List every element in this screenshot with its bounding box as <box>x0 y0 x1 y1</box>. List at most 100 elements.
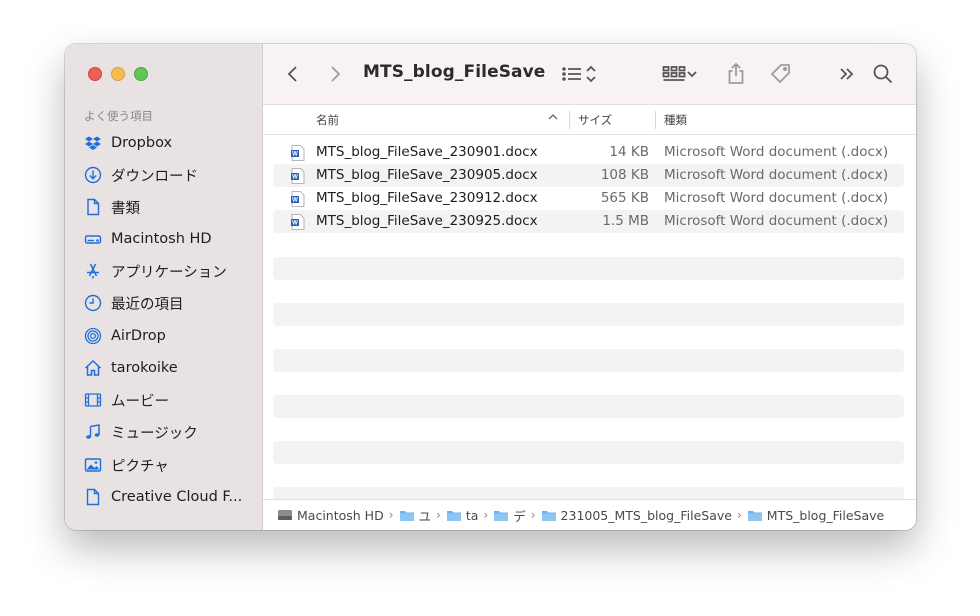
column-divider[interactable] <box>569 111 570 129</box>
chevron-right-icon: › <box>436 508 441 522</box>
dropbox-icon <box>83 133 103 153</box>
sidebar-item-home[interactable]: tarokoike <box>83 354 255 382</box>
more-toolbar-button[interactable] <box>836 61 858 87</box>
forward-button[interactable] <box>325 61 345 87</box>
back-button[interactable] <box>283 61 303 87</box>
file-name: MTS_blog_FileSave_230901.docx <box>316 144 538 160</box>
sort-ascending-icon[interactable] <box>547 110 559 127</box>
path-crumb[interactable]: デ <box>493 506 526 525</box>
chevron-right-icon: › <box>388 508 394 522</box>
empty-row-stripe <box>273 257 904 280</box>
sidebar-item-label: tarokoike <box>111 360 178 376</box>
window-title: MTS_blog_FileSave <box>363 62 546 82</box>
word-document-icon: W <box>291 145 305 161</box>
double-chevron-right-icon <box>840 68 854 80</box>
word-document-icon: W <box>291 214 305 230</box>
svg-text:W: W <box>292 198 298 204</box>
path-crumb[interactable]: ユ <box>399 506 432 525</box>
zoom-button[interactable] <box>134 67 148 81</box>
grid-icon <box>662 66 686 81</box>
file-kind: Microsoft Word document (.docx) <box>664 144 889 160</box>
sidebar: よく使う項目 Dropbox ダウンロード 書類 Macintosh HD アプ… <box>65 44 263 530</box>
document-icon <box>83 197 103 217</box>
sidebar-item-label: Creative Cloud F... <box>111 489 243 505</box>
file-size: 1.5 MB <box>602 213 649 229</box>
folder-icon <box>747 510 762 521</box>
sidebar-item-label: ダウンロード <box>111 168 198 185</box>
file-kind: Microsoft Word document (.docx) <box>664 190 889 206</box>
svg-text:W: W <box>292 221 298 227</box>
sidebar-item-documents[interactable]: 書類 <box>83 193 255 221</box>
sidebar-item-airdrop[interactable]: AirDrop <box>83 322 255 350</box>
folder-icon <box>446 510 461 521</box>
path-crumb-label: ta <box>465 507 479 523</box>
search-button[interactable] <box>871 61 895 87</box>
sidebar-item-creative-cloud[interactable]: Creative Cloud F... <box>83 483 255 511</box>
path-crumb[interactable]: Macintosh HD <box>277 508 384 523</box>
path-crumb-label: ユ <box>418 508 432 524</box>
sidebar-item-label: 最近の項目 <box>111 296 184 313</box>
svg-text:W: W <box>292 152 298 158</box>
path-crumb[interactable]: MTS_blog_FileSave <box>747 508 884 523</box>
tag-icon <box>770 64 790 84</box>
sidebar-item-label: アプリケーション <box>111 264 227 281</box>
chevron-right-icon: › <box>736 508 742 522</box>
path-crumb-label: Macintosh HD <box>297 507 384 523</box>
path-crumb[interactable]: ta <box>446 507 479 523</box>
minimize-button[interactable] <box>111 67 125 81</box>
sidebar-item-macintosh-hd[interactable]: Macintosh HD <box>83 225 255 253</box>
applications-icon <box>83 261 103 281</box>
word-document-icon: W <box>291 168 305 184</box>
chevron-left-icon <box>287 66 297 82</box>
sidebar-item-pictures[interactable]: ピクチャ <box>83 451 255 479</box>
svg-text:W: W <box>292 175 298 181</box>
finder-window: よく使う項目 Dropbox ダウンロード 書類 Macintosh HD アプ… <box>65 44 916 530</box>
table-row[interactable]: W MTS_blog_FileSave_230925.docx 1.5 MB M… <box>273 210 904 233</box>
column-size-header[interactable]: サイズ <box>578 112 612 128</box>
empty-row-stripe <box>273 441 904 464</box>
share-button[interactable] <box>724 61 748 87</box>
download-icon <box>83 165 103 185</box>
sidebar-item-label: AirDrop <box>111 328 166 344</box>
file-size: 108 KB <box>600 167 649 183</box>
sidebar-item-dropbox[interactable]: Dropbox <box>83 129 255 157</box>
sidebar-item-downloads[interactable]: ダウンロード <box>83 161 255 189</box>
path-crumb-label: デ <box>513 508 526 524</box>
sidebar-section-favorites: よく使う項目 <box>84 109 153 123</box>
column-name-header[interactable]: 名前 <box>316 112 339 128</box>
toolbar: MTS_blog_FileSave <box>263 44 916 105</box>
path-crumb-label: MTS_blog_FileSave <box>766 507 885 523</box>
view-options-button[interactable] <box>555 61 603 87</box>
sidebar-item-music[interactable]: ミュージック <box>83 418 255 446</box>
sidebar-item-label: Dropbox <box>111 135 173 151</box>
column-divider[interactable] <box>655 111 656 129</box>
sidebar-item-label: Macintosh HD <box>111 231 212 247</box>
file-kind: Microsoft Word document (.docx) <box>664 213 889 229</box>
group-button[interactable] <box>658 61 702 87</box>
file-list: W MTS_blog_FileSave_230901.docx 14 KB Mi… <box>273 141 904 233</box>
file-name: MTS_blog_FileSave_230912.docx <box>316 190 538 206</box>
sidebar-item-recents[interactable]: 最近の項目 <box>83 289 255 317</box>
empty-row-stripe <box>273 395 904 418</box>
search-icon <box>873 64 893 84</box>
sidebar-item-movies[interactable]: ムービー <box>83 386 255 414</box>
path-crumb[interactable]: 231005_MTS_blog_FileSave <box>541 508 732 523</box>
folder-icon <box>494 510 509 521</box>
column-header: 名前 サイズ 種類 <box>263 105 916 135</box>
close-button[interactable] <box>88 67 102 81</box>
table-row[interactable]: W MTS_blog_FileSave_230905.docx 108 KB M… <box>273 164 904 187</box>
table-row[interactable]: W MTS_blog_FileSave_230901.docx 14 KB Mi… <box>273 141 904 164</box>
chevron-right-icon: › <box>530 508 536 522</box>
chevron-right-icon: › <box>483 508 489 522</box>
chevron-down-icon <box>687 71 697 78</box>
file-size: 565 KB <box>600 190 649 206</box>
file-name: MTS_blog_FileSave_230925.docx <box>316 213 538 229</box>
table-row[interactable]: W MTS_blog_FileSave_230912.docx 565 KB M… <box>273 187 904 210</box>
sidebar-item-label: ピクチャ <box>111 458 169 475</box>
music-icon <box>83 422 103 442</box>
sidebar-item-applications[interactable]: アプリケーション <box>83 257 255 285</box>
column-kind-header[interactable]: 種類 <box>664 112 687 128</box>
tag-button[interactable] <box>767 61 795 87</box>
film-icon <box>83 390 103 410</box>
file-icon <box>83 487 103 507</box>
